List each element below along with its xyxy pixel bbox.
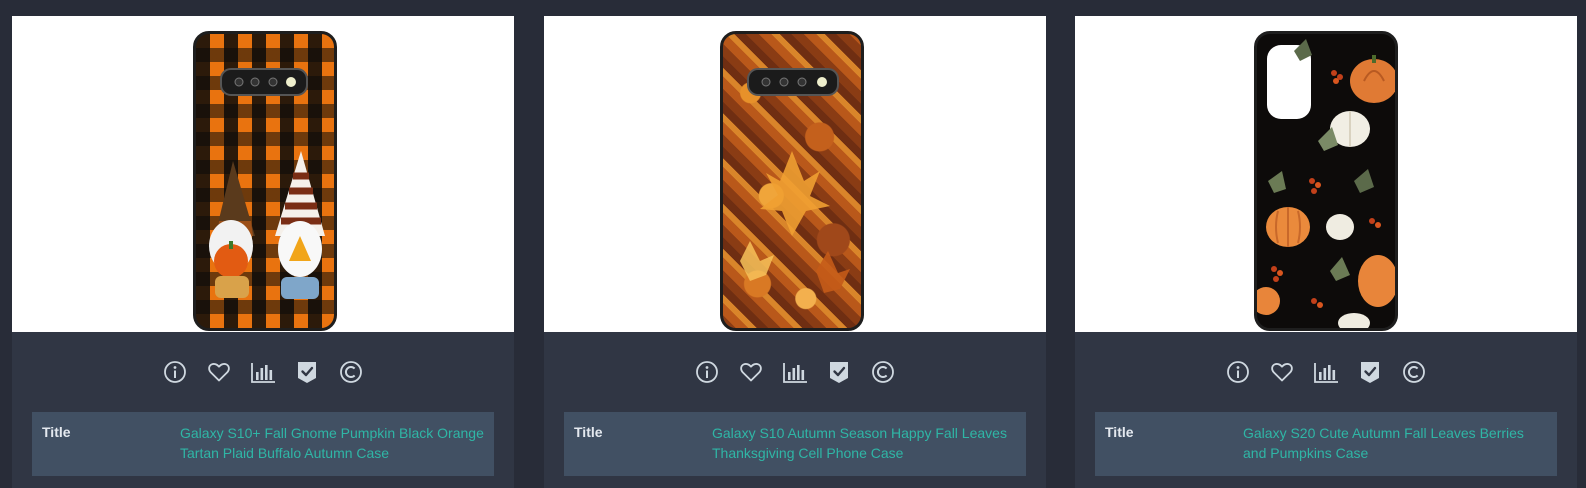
info-icon[interactable] [693,358,721,386]
heart-icon[interactable] [737,358,765,386]
check-shield-icon[interactable] [293,358,321,386]
product-image[interactable] [544,16,1046,332]
product-image[interactable] [1075,16,1577,332]
title-label: Title [1105,424,1134,440]
phone-case-autumn-leaves-image [720,31,864,331]
info-icon[interactable] [1224,358,1252,386]
product-title-link[interactable]: Galaxy S10+ Fall Gnome Pumpkin Black Ora… [180,423,486,463]
bar-chart-icon[interactable] [249,358,277,386]
product-actions [12,358,514,388]
phone-case-pumpkins-berries-image [1254,31,1398,331]
product-actions [1075,358,1577,388]
product-card: Title Galaxy S10 Autumn Season Happy Fal… [544,16,1046,488]
phone-case-gnome-plaid-image [193,31,337,331]
title-label: Title [42,424,71,440]
copyright-icon[interactable] [1400,358,1428,386]
check-shield-icon[interactable] [825,358,853,386]
check-shield-icon[interactable] [1356,358,1384,386]
product-title-link[interactable]: Galaxy S20 Cute Autumn Fall Leaves Berri… [1243,423,1549,463]
product-info-row: Title Galaxy S10 Autumn Season Happy Fal… [564,412,1026,476]
product-card: Title Galaxy S10+ Fall Gnome Pumpkin Bla… [12,16,514,488]
bar-chart-icon[interactable] [781,358,809,386]
info-icon[interactable] [161,358,189,386]
product-title-link[interactable]: Galaxy S10 Autumn Season Happy Fall Leav… [712,423,1018,463]
copyright-icon[interactable] [869,358,897,386]
product-actions [544,358,1046,388]
product-info-row: Title Galaxy S20 Cute Autumn Fall Leaves… [1095,412,1557,476]
copyright-icon[interactable] [337,358,365,386]
product-image[interactable] [12,16,514,332]
bar-chart-icon[interactable] [1312,358,1340,386]
heart-icon[interactable] [1268,358,1296,386]
product-info-row: Title Galaxy S10+ Fall Gnome Pumpkin Bla… [32,412,494,476]
heart-icon[interactable] [205,358,233,386]
product-card: Title Galaxy S20 Cute Autumn Fall Leaves… [1075,16,1577,488]
title-label: Title [574,424,603,440]
